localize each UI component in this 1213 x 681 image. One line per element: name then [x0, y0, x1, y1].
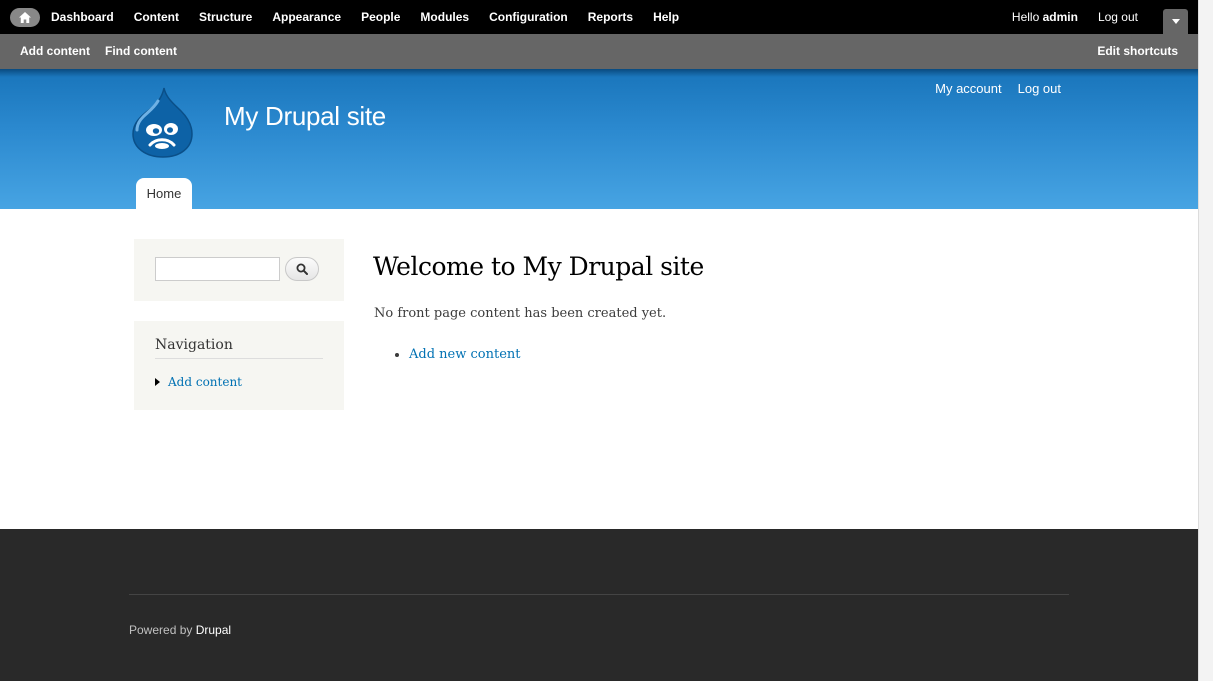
toolbar-reports[interactable]: Reports — [588, 10, 633, 24]
admin-toolbar: Dashboard Content Structure Appearance P… — [0, 0, 1198, 34]
page-title: Welcome to My Drupal site — [373, 252, 704, 281]
drupal-drop-logo[interactable] — [130, 86, 194, 158]
site-header: My Drupal site My account Log out Home — [0, 69, 1198, 209]
toolbar-people[interactable]: People — [361, 10, 400, 24]
navigation-block: Navigation Add content — [134, 321, 344, 410]
home-icon — [19, 11, 31, 23]
shortcut-add-content[interactable]: Add content — [20, 44, 90, 58]
edit-shortcuts-link[interactable]: Edit shortcuts — [1097, 34, 1178, 68]
hello-user: Hello admin — [1012, 10, 1078, 24]
powered-prefix: Powered by — [129, 623, 196, 637]
powered-by: Powered by Drupal — [129, 623, 231, 637]
search-block — [134, 239, 344, 301]
nav-item-label[interactable]: Add content — [168, 375, 242, 389]
toolbar-modules[interactable]: Modules — [420, 10, 469, 24]
search-icon — [296, 263, 308, 275]
header-logout-link[interactable]: Log out — [1018, 81, 1061, 96]
add-new-content-item: Add new content — [395, 347, 520, 362]
search-button[interactable] — [285, 257, 319, 281]
toolbar-configuration[interactable]: Configuration — [489, 10, 568, 24]
home-button[interactable] — [10, 7, 40, 27]
my-account-link[interactable]: My account — [935, 81, 1001, 96]
nav-item-add-content[interactable]: Add content — [155, 375, 242, 389]
toolbar-dashboard[interactable]: Dashboard — [51, 10, 114, 24]
shortcuts-bar: Add content Find content Edit shortcuts — [0, 34, 1198, 69]
toolbar-appearance[interactable]: Appearance — [272, 10, 341, 24]
toolbar-help[interactable]: Help — [653, 10, 679, 24]
tab-home[interactable]: Home — [136, 178, 192, 209]
toolbar-user: Hello admin Log out — [1012, 0, 1138, 34]
toolbar-logout[interactable]: Log out — [1098, 10, 1138, 24]
toolbar-content[interactable]: Content — [134, 10, 179, 24]
toolbar-menu: Dashboard Content Structure Appearance P… — [10, 0, 699, 34]
shortcuts-drawer-toggle[interactable] — [1163, 9, 1188, 34]
collapsed-arrow-icon — [155, 378, 160, 386]
page: Dashboard Content Structure Appearance P… — [0, 0, 1198, 681]
hello-prefix: Hello — [1011, 10, 1043, 24]
empty-front-page-message: No front page content has been created y… — [374, 306, 667, 321]
toolbar-structure[interactable]: Structure — [199, 10, 252, 24]
list-bullet — [395, 352, 399, 357]
shortcut-find-content[interactable]: Find content — [105, 44, 177, 58]
shortcuts-links: Add content Find content — [20, 34, 192, 68]
drupal-link[interactable]: Drupal — [196, 623, 231, 637]
add-new-content-link[interactable]: Add new content — [409, 347, 520, 362]
vertical-scrollbar[interactable] — [1198, 0, 1213, 681]
secondary-menu: My account Log out — [919, 81, 1061, 96]
footer-divider — [129, 594, 1069, 595]
search-input[interactable] — [155, 257, 280, 281]
footer: Powered by Drupal — [0, 529, 1198, 681]
chevron-down-icon — [1171, 19, 1180, 24]
username-link[interactable]: admin — [1043, 10, 1078, 24]
navigation-title: Navigation — [155, 337, 323, 359]
site-name[interactable]: My Drupal site — [224, 101, 386, 132]
